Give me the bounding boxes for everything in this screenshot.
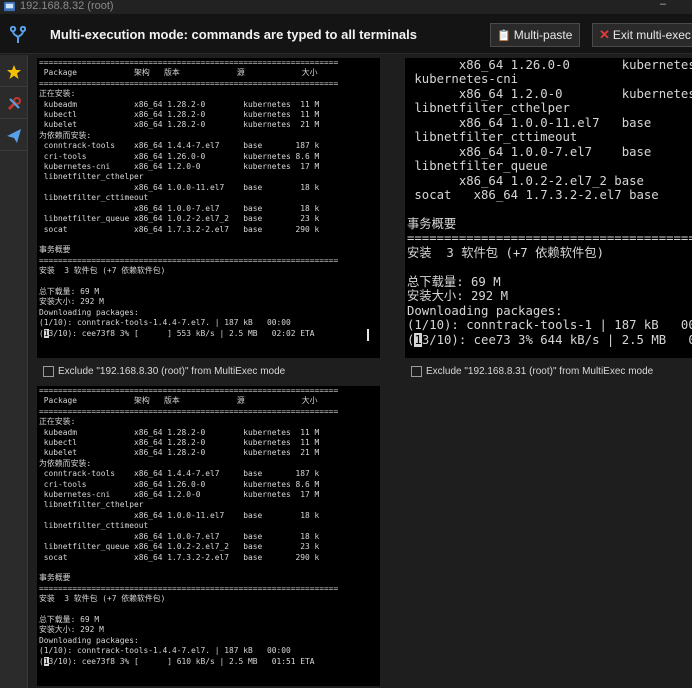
tools-button[interactable] xyxy=(0,89,28,119)
terminal-text: ========================================… xyxy=(39,58,339,328)
checkbox-box[interactable] xyxy=(43,366,54,377)
checkbox-box[interactable] xyxy=(411,366,422,377)
exclude-terminal-1-checkbox[interactable]: Exclude "192.168.8.30 (root)" from Multi… xyxy=(43,366,285,377)
send-button[interactable] xyxy=(0,121,28,151)
terminal-output: ========================================… xyxy=(37,386,380,667)
exclude-label: Exclude "192.168.8.30 (root)" from Multi… xyxy=(58,366,286,377)
favorites-button[interactable] xyxy=(0,57,28,87)
terminal-cursor: 1 xyxy=(414,332,422,347)
exclude-terminal-2-checkbox[interactable]: Exclude "192.168.8.31 (root)" from Multi… xyxy=(411,366,653,377)
exit-multi-exec-button[interactable]: ✕ Exit multi-exec xyxy=(592,23,692,47)
multi-paste-label: Multi-paste xyxy=(513,28,573,42)
close-icon: ✕ xyxy=(599,27,610,42)
terminal-3[interactable]: ========================================… xyxy=(37,386,380,686)
clipboard-icon: 📋 xyxy=(497,29,511,42)
terminal-2[interactable]: x86_64 1.26.0-0 kubernetes kubernetes-cn… xyxy=(405,58,692,358)
terminal-output: x86_64 1.26.0-0 kubernetes kubernetes-cn… xyxy=(405,58,692,347)
scroll-indicator xyxy=(367,329,369,341)
terminal-last-line: (13/10): cee73f8 3% [ ] 553 kB/s | 2.5 M… xyxy=(39,328,315,338)
star-icon xyxy=(7,64,21,79)
terminal-last-line: (13/10): cee73 3% 644 kB/s | 2.5 MB 01: xyxy=(407,332,692,347)
terminal-last-line-text: 3/10): cee73 3% 644 kB/s | 2.5 MB 01: xyxy=(421,332,692,347)
terminal-1[interactable]: ========================================… xyxy=(37,58,380,358)
exit-multi-exec-label: Exit multi-exec xyxy=(612,28,691,42)
terminal-last-line: (13/10): cee73f8 3% [ ] 610 kB/s | 2.5 M… xyxy=(39,656,315,666)
multi-exec-banner: Multi-execution mode: commands are typed… xyxy=(0,14,692,54)
app-icon xyxy=(4,1,15,12)
terminal-text: ========================================… xyxy=(39,386,339,656)
side-toolbar xyxy=(0,55,28,688)
terminal-output: ========================================… xyxy=(37,58,380,339)
send-icon xyxy=(7,128,21,143)
terminal-last-line-text: 3/10): cee73f8 3% [ ] 610 kB/s | 2.5 MB … xyxy=(48,656,315,666)
multi-paste-button[interactable]: 📋 Multi-paste xyxy=(490,23,580,47)
multi-exec-message: Multi-execution mode: commands are typed… xyxy=(50,27,417,42)
terminal-text: x86_64 1.26.0-0 kubernetes kubernetes-cn… xyxy=(407,58,692,333)
exclude-label: Exclude "192.168.8.31 (root)" from Multi… xyxy=(426,366,654,377)
terminal-last-line-text: 3/10): cee73f8 3% [ ] 553 kB/s | 2.5 MB … xyxy=(48,328,315,338)
tools-icon xyxy=(7,96,21,110)
minimize-button[interactable]: – xyxy=(660,0,666,10)
window-titlebar: 192.168.8.32 (root) – xyxy=(0,0,692,14)
fork-icon xyxy=(10,26,26,43)
window-title: 192.168.8.32 (root) xyxy=(20,0,114,12)
